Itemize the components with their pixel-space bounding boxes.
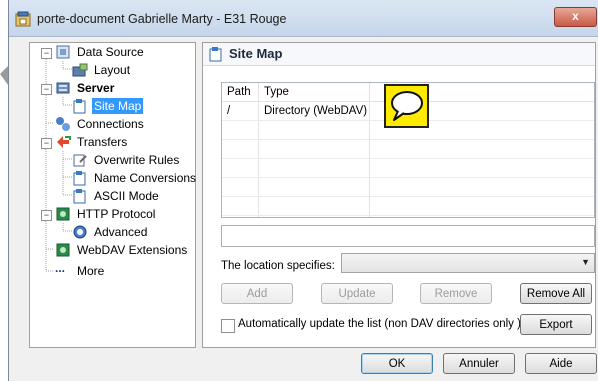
panel-header: Site Map: [203, 43, 595, 66]
tree-item-http-protocol[interactable]: HTTP Protocol: [55, 206, 190, 222]
name-conversion-icon: [73, 171, 86, 186]
app-icon: [15, 11, 31, 27]
title-bar: porte-document Gabrielle Marty - E31 Rou…: [9, 0, 598, 37]
close-button[interactable]: x: [554, 7, 597, 27]
cell-path: /: [227, 105, 231, 117]
path-input[interactable]: [221, 225, 595, 247]
cancel-button[interactable]: Annuler: [443, 353, 515, 374]
connections-icon: [56, 117, 70, 131]
auto-update-checkbox[interactable]: [221, 319, 235, 333]
settings-tree: − Data Source Layout − Server Site Map C…: [29, 42, 196, 348]
advanced-icon: [73, 225, 87, 239]
help-button[interactable]: Aide: [525, 353, 597, 374]
speech-bubble-icon: [391, 91, 423, 121]
column-header-path[interactable]: Path: [222, 83, 251, 101]
tree-item-data-source[interactable]: Data Source: [55, 44, 190, 60]
transfers-icon: [57, 136, 71, 148]
window-title: porte-document Gabrielle Marty - E31 Rou…: [37, 12, 287, 26]
database-icon: [56, 45, 70, 59]
tree-item-advanced[interactable]: Advanced: [72, 224, 182, 240]
tree-item-site-map[interactable]: Site Map: [72, 98, 182, 114]
add-button[interactable]: Add: [221, 283, 293, 304]
column-header-type[interactable]: Type: [259, 83, 289, 101]
collapse-transfers[interactable]: −: [41, 138, 52, 149]
ok-button[interactable]: OK: [361, 353, 433, 374]
update-button[interactable]: Update: [321, 283, 393, 304]
tree-item-overwrite-rules[interactable]: Overwrite Rules: [72, 152, 187, 168]
collapse-data-source[interactable]: −: [41, 48, 52, 59]
table-row-empty: [222, 159, 594, 178]
location-label: The location specifies:: [221, 260, 335, 272]
tree-item-transfers[interactable]: Transfers: [55, 134, 190, 150]
remove-button[interactable]: Remove: [420, 283, 492, 304]
tree-item-server[interactable]: Server: [55, 80, 190, 96]
tree-item-name-conversions[interactable]: Name Conversions: [72, 170, 196, 186]
table-row-empty: [222, 140, 594, 159]
tree-item-webdav-extensions[interactable]: WebDAV Extensions: [55, 242, 193, 258]
table-row-empty: [222, 178, 594, 197]
site-map-icon: [73, 99, 86, 114]
collapse-http-protocol[interactable]: −: [41, 210, 52, 221]
auto-update-label: Automatically update the list (non DAV d…: [238, 318, 525, 330]
tree-item-ascii-mode[interactable]: ASCII Mode: [72, 188, 182, 204]
location-select[interactable]: ▼: [341, 253, 595, 273]
chevron-down-icon: ▼: [581, 257, 590, 267]
properties-window: porte-document Gabrielle Marty - E31 Rou…: [8, 0, 598, 381]
http-icon: [56, 207, 70, 221]
export-button[interactable]: Export: [520, 314, 592, 335]
tree-item-connections[interactable]: Connections: [55, 116, 190, 132]
webdav-icon: [56, 243, 70, 257]
panel-title: Site Map: [229, 46, 283, 61]
site-map-header-icon: [209, 47, 222, 62]
layout-icon: [72, 63, 88, 77]
more-icon: ...: [55, 261, 66, 275]
cell-type: Directory (WebDAV): [264, 105, 368, 117]
comment-annotation: [384, 84, 429, 128]
tree-item-more[interactable]: ... More: [55, 261, 155, 279]
overwrite-icon: [73, 154, 87, 167]
collapse-server[interactable]: −: [41, 84, 52, 95]
tree-item-layout[interactable]: Layout: [72, 62, 182, 78]
server-icon: [56, 82, 70, 94]
table-row-empty: [222, 197, 594, 216]
ascii-icon: [73, 189, 86, 204]
remove-all-button[interactable]: Remove All: [520, 283, 592, 304]
